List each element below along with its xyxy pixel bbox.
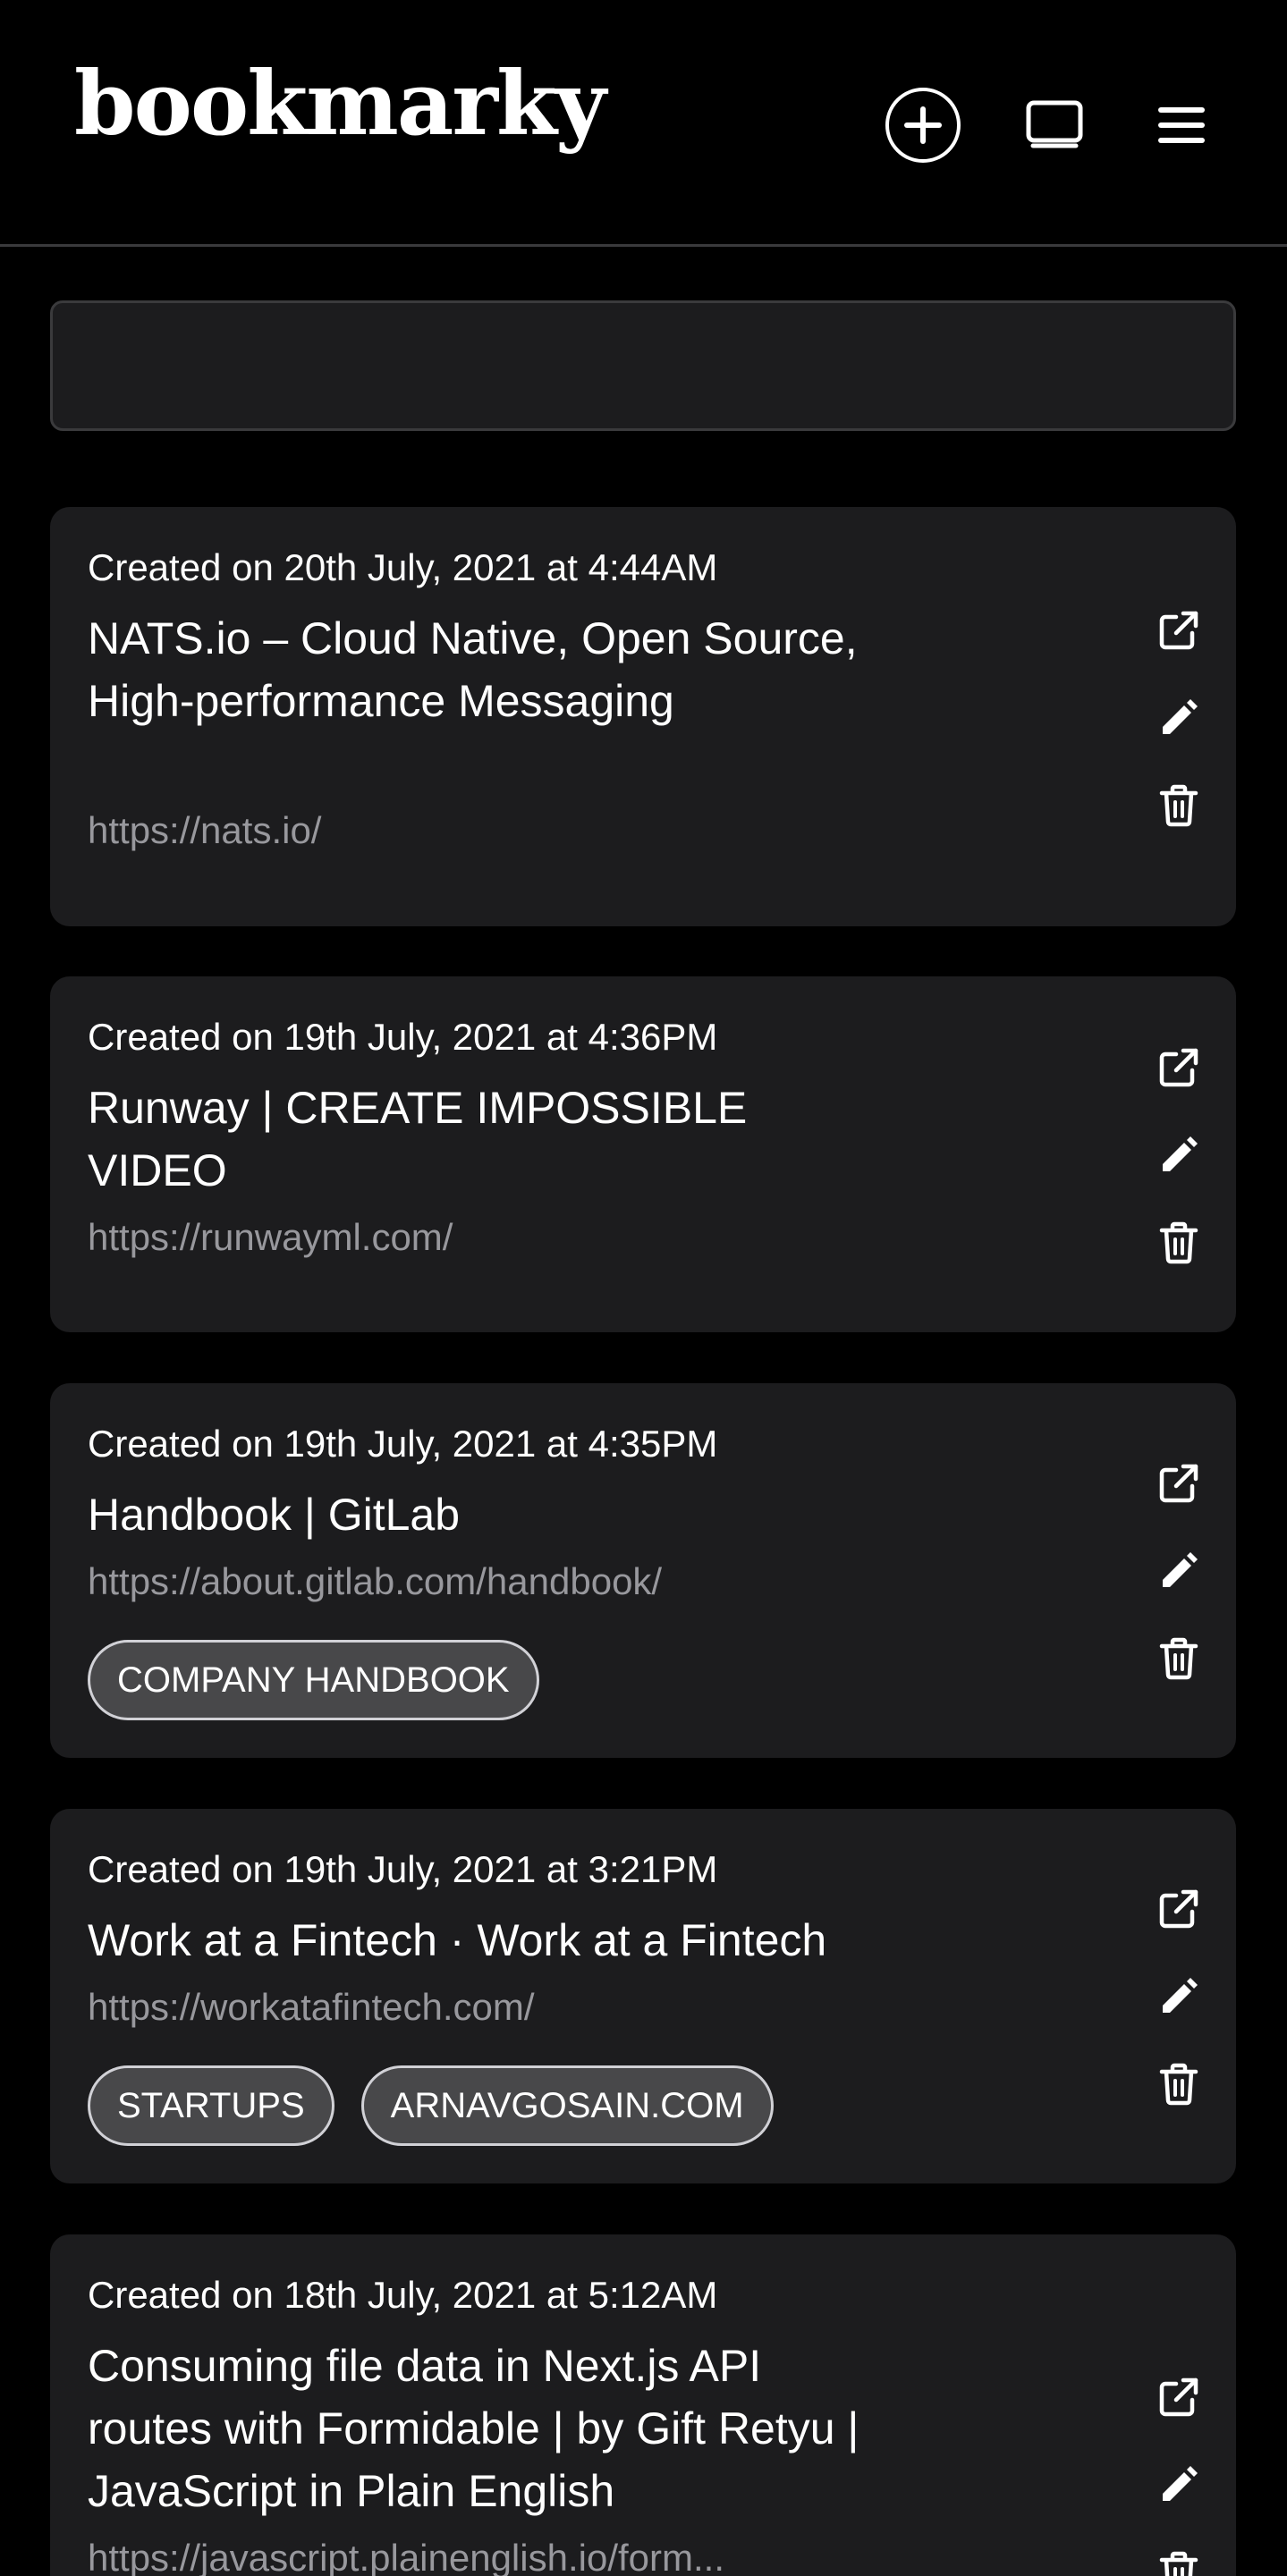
tag-chip[interactable]: ARNAVGOSAIN.COM: [360, 2065, 774, 2146]
tag-chip[interactable]: STARTUPS: [88, 2065, 334, 2146]
screen-icon: [1026, 100, 1083, 148]
trash-icon: [1159, 1637, 1198, 1680]
plus-circle-icon: [885, 88, 961, 163]
delete-bookmark-button[interactable]: [1147, 1211, 1211, 1275]
bookmark-url[interactable]: https://javascript.plainenglish.io/form.…: [88, 2533, 866, 2576]
delete-bookmark-button[interactable]: [1147, 2540, 1211, 2576]
external-link-icon: [1159, 1048, 1198, 1087]
bookmark-title[interactable]: Consuming file data in Next.js API route…: [88, 2335, 866, 2522]
bookmark-title[interactable]: Runway | CREATE IMPOSSIBLE VIDEO: [88, 1077, 866, 1202]
add-bookmark-button[interactable]: [883, 85, 963, 165]
bookmark-date: Created on 20th July, 2021 at 4:44AM: [88, 546, 718, 588]
app-root: bookmarky Created on 20th July, 2021 at …: [0, 0, 1287, 2576]
bookmark-card: Created on 19th July, 2021 at 4:36PM Run…: [50, 976, 1236, 1332]
pencil-icon: [1163, 1978, 1198, 2013]
tag-chip[interactable]: COMPANY HANDBOOK: [88, 1640, 539, 1720]
bookmark-date: Created on 18th July, 2021 at 5:12AM: [88, 2274, 718, 2316]
toggle-view-button[interactable]: [1014, 85, 1095, 165]
external-link-icon: [1159, 2378, 1198, 2417]
open-link-button[interactable]: [1147, 1877, 1211, 1941]
bookmark-card: Created on 20th July, 2021 at 4:44AM NAT…: [50, 507, 1236, 926]
open-link-button[interactable]: [1147, 1451, 1211, 1516]
delete-bookmark-button[interactable]: [1147, 1626, 1211, 1691]
edit-bookmark-button[interactable]: [1147, 686, 1211, 750]
trash-icon: [1159, 784, 1198, 827]
external-link-icon: [1159, 1889, 1198, 1929]
bookmark-url[interactable]: https://workatafintech.com/: [88, 1982, 866, 2032]
open-link-button[interactable]: [1147, 1035, 1211, 1100]
trash-icon: [1159, 2551, 1198, 2576]
delete-bookmark-button[interactable]: [1147, 2052, 1211, 2116]
bookmark-date: Created on 19th July, 2021 at 4:35PM: [88, 1423, 718, 1465]
search-input[interactable]: [50, 300, 1236, 431]
bookmark-url[interactable]: https://about.gitlab.com/handbook/: [88, 1557, 866, 1607]
pencil-icon: [1163, 2466, 1198, 2501]
bookmark-title[interactable]: Work at a Fintech · Work at a Fintech: [88, 1909, 866, 1972]
bookmark-card: Created on 19th July, 2021 at 3:21PM Wor…: [50, 1809, 1236, 2183]
app-logo[interactable]: bookmarky: [74, 61, 606, 148]
edit-bookmark-button[interactable]: [1147, 1964, 1211, 2029]
app-header: bookmarky: [0, 0, 1287, 247]
external-link-icon: [1159, 1464, 1198, 1503]
bookmark-title[interactable]: Handbook | GitLab: [88, 1483, 866, 1546]
trash-icon: [1159, 1221, 1198, 1264]
edit-bookmark-button[interactable]: [1147, 1123, 1211, 1187]
bookmark-tags: COMPANY HANDBOOK: [88, 1640, 539, 1720]
pencil-icon: [1163, 1552, 1198, 1587]
menu-button[interactable]: [1141, 85, 1222, 165]
external-link-icon: [1159, 611, 1198, 650]
open-link-button[interactable]: [1147, 2365, 1211, 2429]
bookmark-url[interactable]: https://nats.io/: [88, 806, 866, 856]
bookmark-date: Created on 19th July, 2021 at 4:36PM: [88, 1016, 718, 1058]
open-link-button[interactable]: [1147, 598, 1211, 663]
edit-bookmark-button[interactable]: [1147, 1539, 1211, 1603]
bookmark-card: Created on 19th July, 2021 at 4:35PM Han…: [50, 1383, 1236, 1758]
bookmark-url[interactable]: https://runwayml.com/: [88, 1212, 866, 1263]
bookmark-card: Created on 18th July, 2021 at 5:12AM Con…: [50, 2234, 1236, 2576]
pencil-icon: [1163, 699, 1198, 734]
edit-bookmark-button[interactable]: [1147, 2453, 1211, 2517]
hamburger-icon: [1158, 107, 1205, 143]
delete-bookmark-button[interactable]: [1147, 773, 1211, 838]
bookmark-tags: STARTUPS ARNAVGOSAIN.COM: [88, 2065, 774, 2146]
pencil-icon: [1163, 1136, 1198, 1171]
bookmark-date: Created on 19th July, 2021 at 3:21PM: [88, 1848, 718, 1890]
bookmark-title[interactable]: NATS.io – Cloud Native, Open Source, Hig…: [88, 607, 866, 732]
trash-icon: [1159, 2063, 1198, 2106]
